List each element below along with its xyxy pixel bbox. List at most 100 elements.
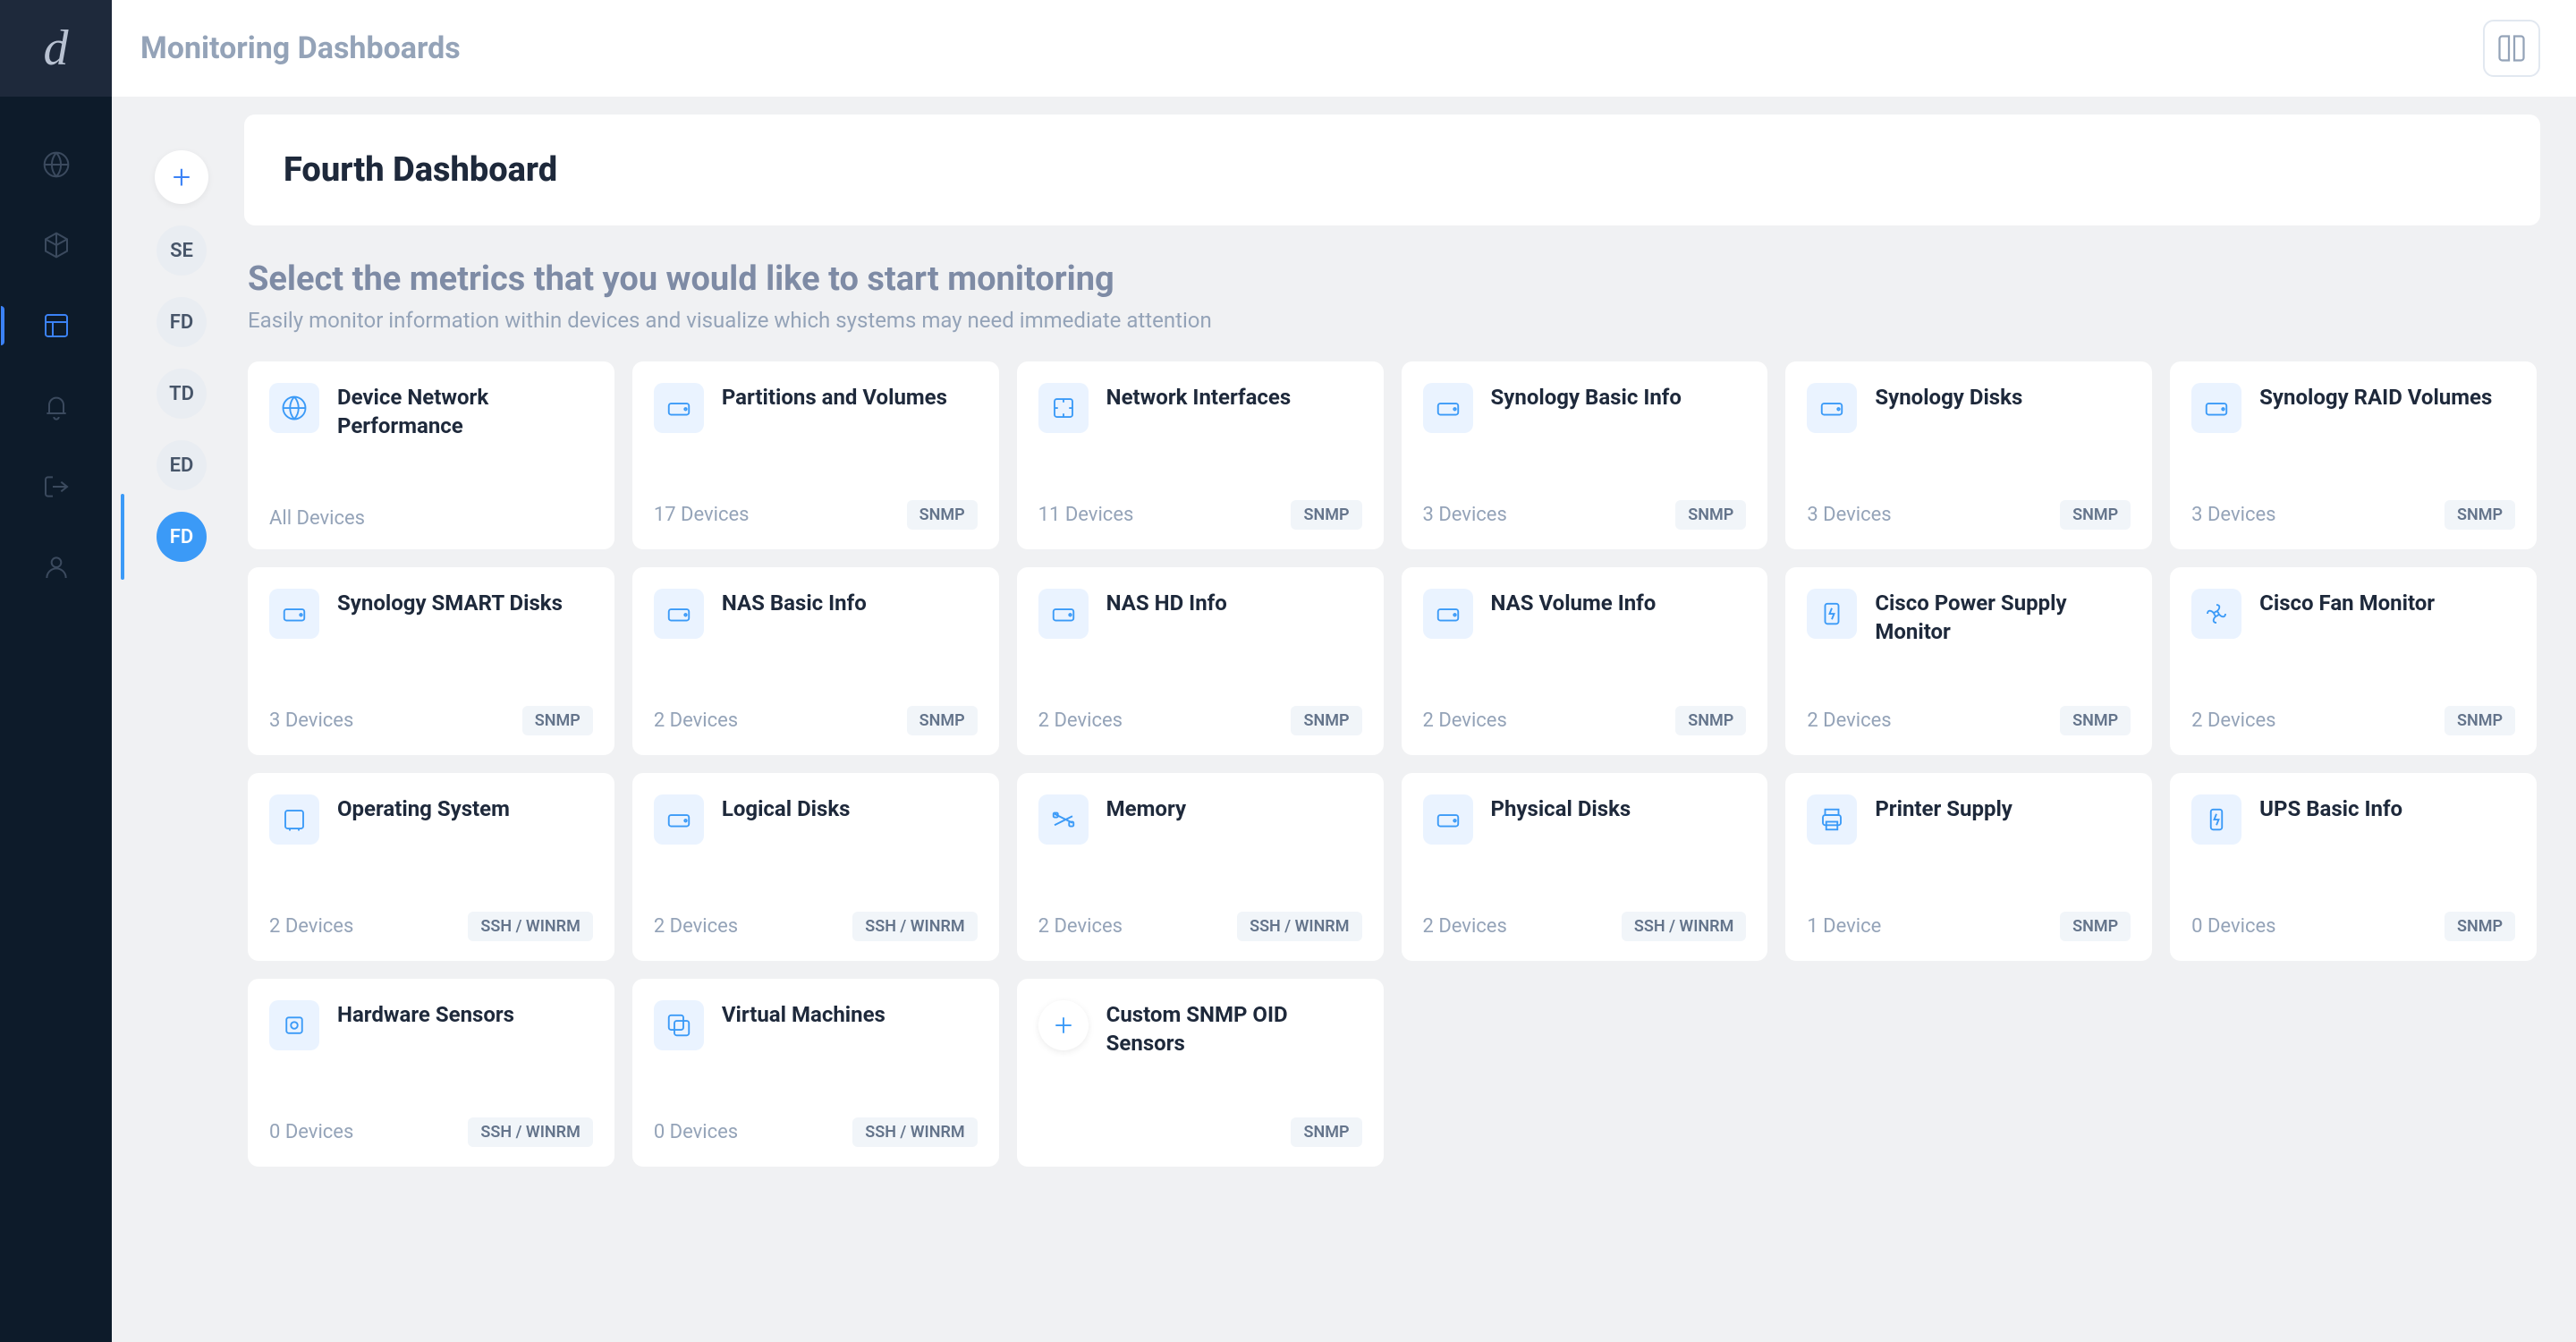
card-bottom: 11 Devices SNMP xyxy=(1038,500,1362,530)
card-tag: SSH / WINRM xyxy=(1237,912,1361,941)
metric-card[interactable]: Network Interfaces 11 Devices SNMP xyxy=(1017,361,1384,549)
nav-network-icon[interactable] xyxy=(42,150,71,179)
card-tag: SNMP xyxy=(1675,706,1746,735)
metric-card[interactable]: Cisco Power Supply Monitor2 DevicesSNMP xyxy=(1785,567,2152,755)
card-title: Synology SMART Disks xyxy=(337,589,563,617)
card-top: Physical Disks xyxy=(1423,794,1747,897)
dashboard-badge-4[interactable]: FD xyxy=(157,512,207,562)
card-devices: 2 Devices xyxy=(1423,915,1507,938)
metric-card[interactable]: Device Network PerformanceAll Devices xyxy=(248,361,614,549)
metric-card[interactable]: UPS Basic Info0 DevicesSNMP xyxy=(2170,773,2537,961)
help-button[interactable] xyxy=(2483,20,2540,77)
card-bottom: 3 DevicesSNMP xyxy=(269,706,593,735)
main-nav: d xyxy=(0,0,112,1342)
card-tag: SSH / WINRM xyxy=(852,912,977,941)
intro-section: Select the metrics that you would like t… xyxy=(244,259,2540,333)
card-devices: 11 Devices xyxy=(1038,504,1134,526)
sensor-icon xyxy=(269,1000,319,1050)
dashboard-name: Fourth Dashboard xyxy=(284,150,2501,190)
book-icon xyxy=(2496,32,2528,64)
ups-icon xyxy=(2191,794,2241,845)
metric-card[interactable]: Custom SNMP OID SensorsSNMP xyxy=(1017,979,1384,1167)
card-title: Partitions and Volumes xyxy=(722,383,947,412)
logo[interactable]: d xyxy=(0,0,112,97)
card-top: Synology Basic Info xyxy=(1423,383,1747,486)
card-tag: SNMP xyxy=(1291,1117,1361,1147)
dashboard-badge-3[interactable]: ED xyxy=(157,440,207,490)
plus-icon xyxy=(1038,1000,1089,1050)
body-container: + SE FD TD ED FD Fourth Dashboard Select… xyxy=(112,97,2576,1342)
disk-icon xyxy=(269,589,319,639)
add-dashboard-button[interactable]: + xyxy=(155,150,208,204)
card-tag: SNMP xyxy=(907,500,978,530)
dashboard-badge-1[interactable]: FD xyxy=(157,297,207,347)
disk-icon xyxy=(654,589,704,639)
disk-icon xyxy=(2191,383,2241,433)
card-title: Memory xyxy=(1106,794,1186,823)
nav-dashboards-icon[interactable] xyxy=(42,311,71,340)
card-top: Logical Disks xyxy=(654,794,978,897)
card-top: Partitions and Volumes xyxy=(654,383,978,486)
card-devices: 3 Devices xyxy=(1807,504,1891,526)
metric-card[interactable]: Logical Disks 2 DevicesSSH / WINRM xyxy=(632,773,999,961)
card-tag: SSH / WINRM xyxy=(468,912,592,941)
disk-icon xyxy=(1038,589,1089,639)
card-tag: SSH / WINRM xyxy=(852,1117,977,1147)
disk-icon xyxy=(1423,794,1473,845)
dashboard-badges-sidebar: + SE FD TD ED FD xyxy=(137,115,226,1324)
card-tag: SNMP xyxy=(1291,706,1361,735)
metric-card[interactable]: Printer Supply1 DeviceSNMP xyxy=(1785,773,2152,961)
card-top: Device Network Performance xyxy=(269,383,593,493)
metric-card[interactable]: Synology Disks3 DevicesSNMP xyxy=(1785,361,2152,549)
metric-card[interactable]: Memory 2 DevicesSSH / WINRM xyxy=(1017,773,1384,961)
nav-inventory-icon[interactable] xyxy=(42,231,71,259)
card-devices: 3 Devices xyxy=(1423,504,1507,526)
card-top: NAS Basic Info xyxy=(654,589,978,692)
page-title: Monitoring Dashboards xyxy=(140,30,461,66)
memory-icon xyxy=(1038,794,1089,845)
metric-card[interactable]: Hardware Sensors 0 DevicesSSH / WINRM xyxy=(248,979,614,1167)
card-top: Network Interfaces xyxy=(1038,383,1362,486)
card-tag: SNMP xyxy=(2445,706,2515,735)
card-tag: SNMP xyxy=(1291,500,1361,530)
card-title: Logical Disks xyxy=(722,794,851,823)
card-title: Cisco Fan Monitor xyxy=(2259,589,2435,617)
metric-card[interactable]: Synology SMART Disks 3 DevicesSNMP xyxy=(248,567,614,755)
metric-card[interactable]: Partitions and Volumes17 DevicesSNMP xyxy=(632,361,999,549)
card-title: Synology Disks xyxy=(1875,383,2022,412)
card-title: Physical Disks xyxy=(1491,794,1631,823)
card-tag: SNMP xyxy=(907,706,978,735)
intro-subtitle: Easily monitor information within device… xyxy=(248,308,2537,333)
metric-card[interactable]: NAS HD Info2 DevicesSNMP xyxy=(1017,567,1384,755)
metric-card[interactable]: Synology RAID Volumes3 DevicesSNMP xyxy=(2170,361,2537,549)
metric-card[interactable]: NAS Basic Info2 DevicesSNMP xyxy=(632,567,999,755)
nav-alerts-icon[interactable] xyxy=(42,392,71,420)
card-bottom: 0 DevicesSSH / WINRM xyxy=(269,1117,593,1147)
printer-icon xyxy=(1807,794,1857,845)
card-title: Hardware Sensors xyxy=(337,1000,514,1029)
card-title: Synology Basic Info xyxy=(1491,383,1682,412)
metric-card[interactable]: Physical Disks2 DevicesSSH / WINRM xyxy=(1402,773,1768,961)
card-title: NAS Volume Info xyxy=(1491,589,1657,617)
metric-card[interactable]: Operating System2 DevicesSSH / WINRM xyxy=(248,773,614,961)
metric-card[interactable]: Virtual Machines0 DevicesSSH / WINRM xyxy=(632,979,999,1167)
card-devices: 3 Devices xyxy=(2191,504,2275,526)
network-icon xyxy=(1038,383,1089,433)
card-bottom: 3 DevicesSNMP xyxy=(2191,500,2515,530)
nav-profile-icon[interactable] xyxy=(42,553,71,582)
card-title: Virtual Machines xyxy=(722,1000,886,1029)
card-devices: 0 Devices xyxy=(2191,915,2275,938)
dashboard-badge-0[interactable]: SE xyxy=(157,225,207,276)
card-bottom: 2 DevicesSSH / WINRM xyxy=(654,912,978,941)
card-tag: SNMP xyxy=(2060,706,2131,735)
intro-title: Select the metrics that you would like t… xyxy=(248,259,2537,299)
power-icon xyxy=(1807,589,1857,639)
card-devices: 2 Devices xyxy=(1038,709,1123,732)
card-bottom: 2 DevicesSSH / WINRM xyxy=(1038,912,1362,941)
metric-card[interactable]: Synology Basic Info3 DevicesSNMP xyxy=(1402,361,1768,549)
card-bottom: 2 DevicesSSH / WINRM xyxy=(269,912,593,941)
metric-card[interactable]: NAS Volume Info2 DevicesSNMP xyxy=(1402,567,1768,755)
nav-logout-icon[interactable] xyxy=(42,472,71,501)
metric-card[interactable]: Cisco Fan Monitor2 DevicesSNMP xyxy=(2170,567,2537,755)
dashboard-badge-2[interactable]: TD xyxy=(157,369,207,419)
